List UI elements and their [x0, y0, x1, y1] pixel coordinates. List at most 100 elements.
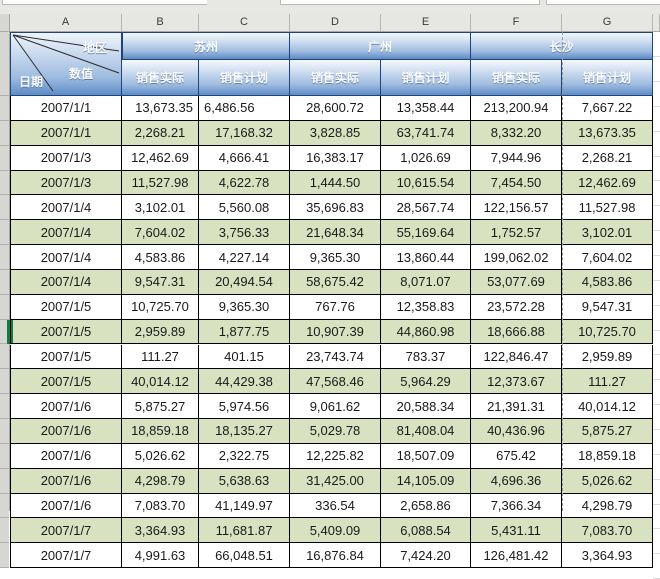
table-row-value-cell[interactable]: 10,725.70	[122, 294, 199, 320]
table-row-value-cell[interactable]: 44,860.98	[381, 319, 471, 345]
table-row-value-cell[interactable]: 122,156.57	[471, 195, 562, 221]
table-row-value-cell[interactable]: 53,077.69	[471, 269, 562, 295]
table-row-value-cell[interactable]: 13,673.35	[562, 120, 653, 146]
table-row-value-cell[interactable]: 5,875.27	[122, 394, 199, 420]
table-row-value-cell[interactable]: 9,547.31	[562, 294, 653, 320]
table-row-value-cell[interactable]: 767.76	[290, 294, 381, 320]
row-header-2[interactable]	[0, 120, 9, 146]
table-row-value-cell[interactable]: 40,436.96	[471, 419, 562, 444]
toolbar-box-left[interactable]	[2, 0, 209, 5]
table-row-value-cell[interactable]: 7,667.22	[562, 96, 653, 121]
table-row-value-cell[interactable]: 9,365.30	[199, 294, 290, 320]
region-group-header-1[interactable]: 苏州	[122, 32, 290, 60]
row-header-8[interactable]	[0, 269, 9, 295]
column-header-bar[interactable]: ABCDEFG	[0, 14, 660, 32]
table-row-value-cell[interactable]: 18,859.18	[562, 443, 653, 469]
table-row-value-cell[interactable]: 111.27	[562, 369, 653, 395]
table-row-value-cell[interactable]: 13,358.44	[381, 96, 471, 121]
table-row-value-cell[interactable]: 7,454.50	[471, 170, 562, 196]
table-row-value-cell[interactable]: 3,756.33	[199, 220, 290, 246]
table-row-value-cell[interactable]: 1,444.50	[290, 170, 381, 196]
table-row-value-cell[interactable]: 1,026.69	[381, 145, 471, 171]
table-row-value-cell[interactable]: 23,572.28	[471, 294, 562, 320]
sub-header-c[interactable]: 销售计划	[199, 60, 290, 96]
table-row-date-cell[interactable]: 2007/1/6	[10, 394, 122, 420]
row-header-11[interactable]	[0, 344, 9, 370]
table-row-value-cell[interactable]: 21,648.34	[290, 220, 381, 246]
row-header-16[interactable]	[0, 468, 9, 494]
table-row-value-cell[interactable]: 28,600.72	[290, 96, 381, 121]
table-row-value-cell[interactable]: 6,088.54	[381, 518, 471, 544]
table-row-date-cell[interactable]: 2007/1/4	[10, 220, 122, 246]
table-row-value-cell[interactable]: 7,083.70	[122, 493, 199, 519]
table-row-value-cell[interactable]: 7,944.96	[471, 145, 562, 171]
table-row-value-cell[interactable]: 18,507.09	[381, 443, 471, 469]
table-row-value-cell[interactable]: 21,391.31	[471, 394, 562, 420]
region-group-header-2[interactable]: 广州	[290, 32, 471, 60]
table-row-date-cell[interactable]: 2007/1/1	[10, 96, 122, 121]
table-row-value-cell[interactable]: 44,429.38	[199, 369, 290, 395]
table-row-value-cell[interactable]: 5,026.62	[562, 468, 653, 494]
table-row-value-cell[interactable]: 12,462.69	[562, 170, 653, 196]
row-header-15[interactable]	[0, 443, 9, 469]
table-row-value-cell[interactable]: 2,959.89	[562, 344, 653, 370]
table-row-value-cell[interactable]: 7,604.02	[122, 220, 199, 246]
table-row-date-cell[interactable]: 2007/1/3	[10, 145, 122, 171]
table-row-date-cell[interactable]: 2007/1/1	[10, 120, 122, 146]
table-row-value-cell[interactable]: 16,876.84	[290, 543, 381, 569]
table-row-value-cell[interactable]: 5,638.63	[199, 468, 290, 494]
table-row-value-cell[interactable]: 55,169.64	[381, 220, 471, 246]
column-header-c[interactable]: C	[199, 14, 290, 31]
row-header-4[interactable]	[0, 170, 9, 196]
row-header-13[interactable]	[0, 394, 9, 420]
table-row-value-cell[interactable]: 8,071.07	[381, 269, 471, 295]
table-row-value-cell[interactable]: 2,268.21	[562, 145, 653, 171]
column-header-d[interactable]: D	[290, 14, 381, 31]
table-row-date-cell[interactable]: 2007/1/4	[10, 269, 122, 295]
column-header-a[interactable]: A	[10, 14, 122, 31]
table-row-value-cell[interactable]: 11,527.98	[562, 195, 653, 221]
table-row-value-cell[interactable]: 783.37	[381, 344, 471, 370]
table-row-date-cell[interactable]: 2007/1/5	[10, 294, 122, 320]
table-row-value-cell[interactable]: 8,332.20	[471, 120, 562, 146]
table-row-date-cell[interactable]: 2007/1/6	[10, 443, 122, 469]
table-row-value-cell[interactable]: 7,083.70	[562, 518, 653, 544]
table-row-date-cell[interactable]: 2007/1/5	[10, 369, 122, 395]
toolbar-box-middle[interactable]	[280, 0, 540, 5]
table-row-value-cell[interactable]: 10,907.39	[290, 319, 381, 345]
table-row-value-cell[interactable]: 4,298.79	[562, 493, 653, 519]
column-header-e[interactable]: E	[381, 14, 471, 31]
table-row-value-cell[interactable]: 28,567.74	[381, 195, 471, 221]
row-header-18[interactable]	[0, 518, 9, 544]
table-row-value-cell[interactable]: 336.54	[290, 493, 381, 519]
table-row-value-cell[interactable]: 1,877.75	[199, 319, 290, 345]
column-header-b[interactable]: B	[122, 14, 199, 31]
empty-sheet-area[interactable]	[653, 32, 660, 579]
row-header-17[interactable]	[0, 493, 9, 519]
table-row-date-cell[interactable]: 2007/1/5	[10, 344, 122, 370]
table-row-value-cell[interactable]: 2,322.75	[199, 443, 290, 469]
table-row-value-cell[interactable]: 63,741.74	[381, 120, 471, 146]
table-row-value-cell[interactable]: 3,102.01	[562, 220, 653, 246]
table-row-value-cell[interactable]: 5,029.78	[290, 419, 381, 444]
table-row-date-cell[interactable]: 2007/1/7	[10, 518, 122, 544]
table-row-value-cell[interactable]: 12,358.83	[381, 294, 471, 320]
table-row-value-cell[interactable]: 3,828.85	[290, 120, 381, 146]
table-row-value-cell[interactable]: 41,149.97	[199, 493, 290, 519]
row-header-9[interactable]	[0, 294, 9, 320]
table-row-date-cell[interactable]: 2007/1/4	[10, 195, 122, 221]
table-row-value-cell[interactable]: 5,431.11	[471, 518, 562, 544]
table-row-value-cell[interactable]: 7,366.34	[471, 493, 562, 519]
table-row-value-cell[interactable]: 4,991.63	[122, 543, 199, 569]
table-row-value-cell[interactable]: 14,105.09	[381, 468, 471, 494]
table-row-value-cell[interactable]: 3,102.01	[122, 195, 199, 221]
select-all-corner[interactable]	[0, 14, 10, 31]
column-header-g[interactable]: G	[562, 14, 653, 31]
table-row-value-cell[interactable]: 58,675.42	[290, 269, 381, 295]
table-row-date-cell[interactable]: 2007/1/6	[10, 468, 122, 494]
sub-header-d[interactable]: 销售实际	[290, 60, 381, 96]
table-row-value-cell[interactable]: 13,860.44	[381, 245, 471, 270]
table-row-value-cell[interactable]: 11,527.98	[122, 170, 199, 196]
table-row-value-cell[interactable]: 4,227.14	[199, 245, 290, 270]
table-row-value-cell[interactable]: 5,560.08	[199, 195, 290, 221]
